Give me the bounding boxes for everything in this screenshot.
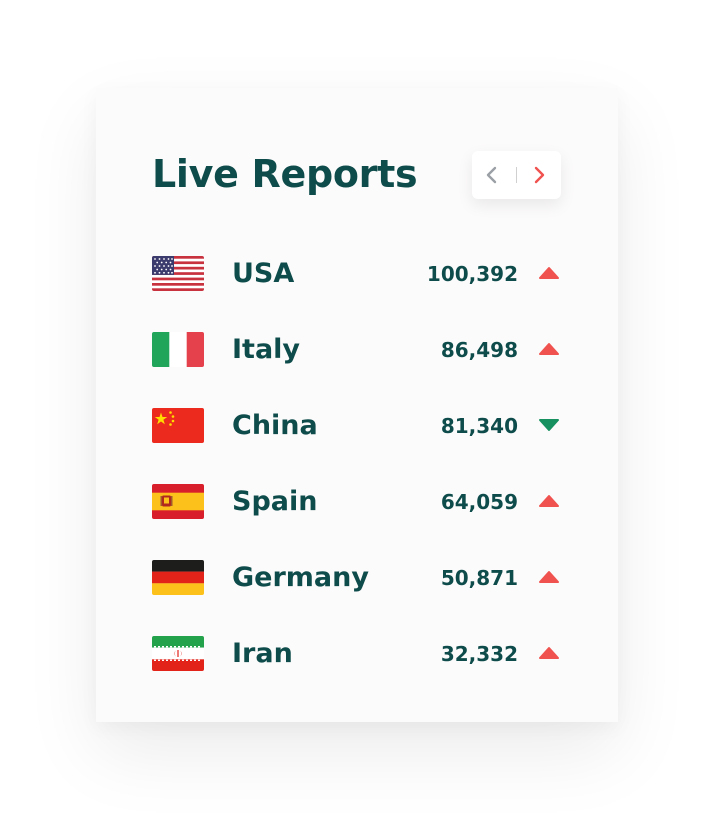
- trend-up-icon: [538, 266, 560, 280]
- trend-up-icon: [538, 494, 560, 508]
- spain-flag-icon: [152, 484, 204, 519]
- country-name: Germany: [232, 562, 369, 593]
- chevron-right-icon: [534, 166, 545, 184]
- trend-up-icon: [538, 570, 560, 584]
- pager-divider: [516, 167, 517, 183]
- report-value: 100,392: [426, 262, 518, 286]
- next-button[interactable]: [527, 163, 551, 187]
- china-flag-icon: [152, 408, 204, 443]
- country-name: China: [232, 410, 318, 441]
- report-value: 50,871: [440, 566, 518, 590]
- country-name: USA: [232, 258, 295, 289]
- trend-down-icon: [538, 418, 560, 432]
- report-row-germany[interactable]: Germany 50,871: [96, 553, 618, 603]
- report-row-iran[interactable]: Iran 32,332: [96, 629, 618, 679]
- country-name: Spain: [232, 486, 318, 517]
- country-name: Iran: [232, 638, 293, 669]
- widget-title: Live Reports: [152, 152, 418, 196]
- germany-flag-icon: [152, 560, 204, 595]
- trend-up-icon: [538, 646, 560, 660]
- report-value: 32,332: [440, 642, 518, 666]
- country-name: Italy: [232, 334, 301, 365]
- live-reports-card: Live Reports USA 100,392 Italy 86,498 Ch…: [96, 88, 618, 722]
- usa-flag-icon: [152, 256, 204, 291]
- chevron-left-icon: [486, 166, 497, 184]
- iran-flag-icon: [152, 636, 204, 671]
- italy-flag-icon: [152, 332, 204, 367]
- report-row-italy[interactable]: Italy 86,498: [96, 325, 618, 375]
- report-row-spain[interactable]: Spain 64,059: [96, 477, 618, 527]
- report-row-usa[interactable]: USA 100,392: [96, 249, 618, 299]
- report-row-china[interactable]: China 81,340: [96, 401, 618, 451]
- report-value: 64,059: [440, 490, 518, 514]
- trend-up-icon: [538, 342, 560, 356]
- prev-button[interactable]: [480, 163, 504, 187]
- report-value: 81,340: [440, 414, 518, 438]
- pager: [472, 151, 561, 199]
- report-value: 86,498: [440, 338, 518, 362]
